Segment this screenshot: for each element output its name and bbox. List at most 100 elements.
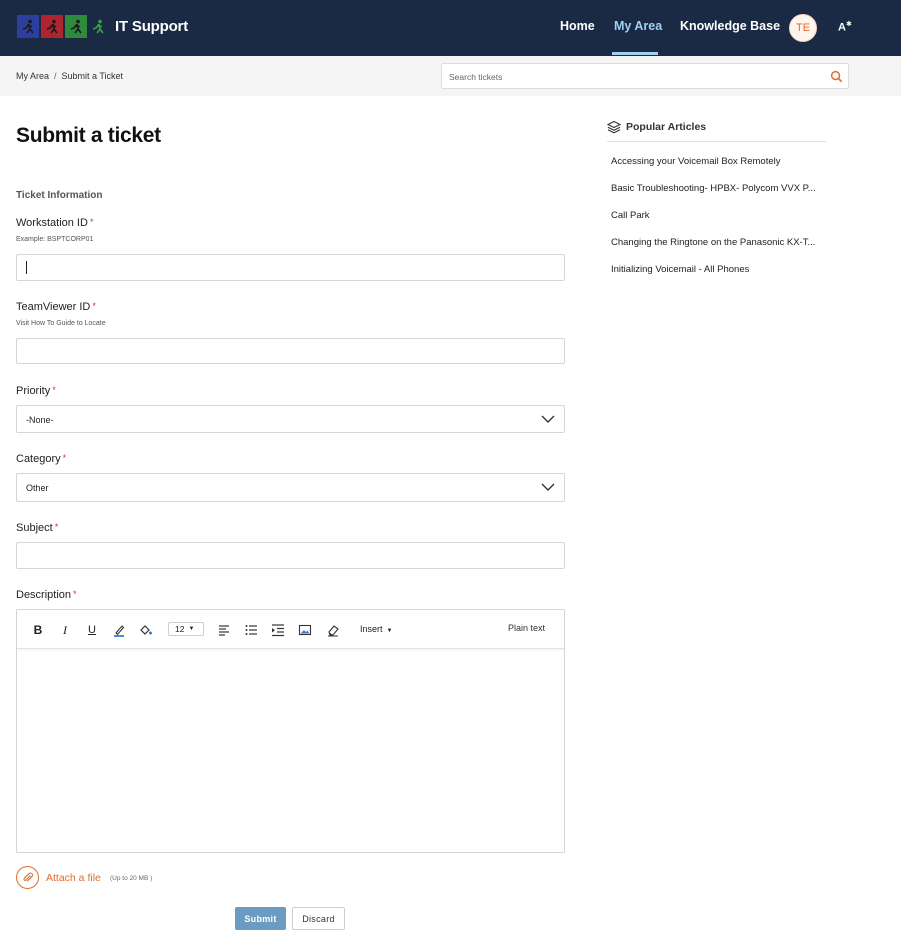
breadcrumb-bar: My Area / Submit a Ticket (0, 56, 901, 96)
logo-runner-icon (89, 15, 107, 38)
category-label-text: Category (16, 453, 61, 465)
submit-button[interactable]: Submit (235, 907, 286, 930)
divider (607, 141, 826, 142)
attach-file-link[interactable]: Attach a file (46, 872, 101, 884)
clear-format-button[interactable] (325, 622, 341, 638)
popular-articles-title: Popular Articles (626, 121, 707, 133)
image-icon (298, 624, 312, 636)
italic-button[interactable]: I (57, 622, 73, 638)
breadcrumb-submit-ticket: Submit a Ticket (61, 71, 124, 81)
align-button[interactable] (216, 622, 232, 638)
breadcrumb-separator: / (54, 71, 57, 81)
workstation-label-text: Workstation ID (16, 217, 88, 229)
required-mark: * (52, 385, 56, 395)
insert-image-button[interactable] (297, 622, 313, 638)
description-label: Description * (16, 589, 77, 601)
subject-label: Subject * (16, 522, 58, 534)
logo-runner-icon (65, 15, 87, 38)
chevron-down-icon (541, 483, 555, 491)
user-avatar[interactable]: TE (789, 14, 817, 42)
company-logo[interactable] (17, 15, 107, 38)
chevron-down-icon (541, 415, 555, 423)
priority-select[interactable]: -None- (16, 405, 565, 433)
description-label-text: Description (16, 589, 72, 601)
workstation-hint: Example: BSPTCORP01 (16, 236, 94, 243)
editor-toolbar: B I U 12 ▼ Insert ▼ Plain text (17, 610, 564, 649)
dropdown-caret-icon: ▼ (188, 626, 195, 632)
paperclip-icon (22, 872, 33, 882)
align-left-icon (219, 625, 229, 636)
required-mark: * (62, 453, 67, 463)
accessibility-label: A (838, 21, 846, 34)
font-size-value: 12 (175, 624, 185, 634)
description-editor[interactable]: B I U 12 ▼ Insert ▼ Plain text (16, 609, 565, 853)
bullet-list-icon (245, 625, 257, 635)
article-link[interactable]: Call Park (611, 210, 827, 237)
accessibility-star-icon: ✱ (845, 21, 852, 28)
plain-text-toggle[interactable]: Plain text (508, 623, 545, 633)
category-select[interactable]: Other (16, 473, 565, 502)
background-color-button[interactable] (138, 622, 154, 638)
insert-menu[interactable]: Insert ▼ (360, 624, 392, 634)
paint-bucket-icon (140, 625, 152, 635)
font-size-select[interactable]: 12 ▼ (168, 622, 204, 636)
required-mark: * (92, 301, 96, 311)
subject-input[interactable] (17, 543, 564, 568)
category-label: Category * (16, 453, 66, 465)
popular-articles-list: Accessing your Voicemail Box Remotely Ba… (611, 156, 827, 291)
logo-runner-icon (41, 15, 63, 38)
top-navbar: IT Support Home My Area Knowledge Base T… (0, 0, 901, 56)
breadcrumb-my-area[interactable]: My Area (16, 71, 49, 81)
teamviewer-label-text: TeamViewer ID (16, 301, 91, 313)
article-link[interactable]: Accessing your Voicemail Box Remotely (611, 156, 827, 183)
breadcrumb: My Area / Submit a Ticket (16, 71, 123, 81)
teamviewer-hint: Visit How To Guide to Locate (16, 320, 106, 327)
pen-icon (114, 625, 125, 637)
attach-button[interactable] (16, 866, 39, 889)
article-link[interactable]: Basic Troubleshooting- HPBX- Polycom VVX… (611, 183, 827, 210)
bullet-list-button[interactable] (243, 622, 259, 638)
workstation-input[interactable] (17, 255, 564, 280)
required-mark: * (73, 589, 77, 599)
eraser-icon (328, 625, 339, 637)
nav-home[interactable]: Home (560, 19, 595, 33)
insert-label: Insert (360, 624, 383, 634)
bold-button[interactable]: B (30, 622, 46, 638)
required-mark: * (89, 217, 94, 227)
dropdown-caret-icon: ▼ (386, 628, 393, 634)
subject-field[interactable] (16, 542, 565, 569)
priority-value: -None- (26, 415, 54, 425)
indent-icon (272, 624, 284, 637)
subject-label-text: Subject (16, 522, 53, 534)
active-nav-indicator (612, 52, 658, 55)
article-link[interactable]: Initializing Voicemail - All Phones (611, 264, 827, 291)
priority-label: Priority * (16, 385, 56, 397)
indent-button[interactable] (270, 622, 286, 638)
teamviewer-input[interactable] (17, 339, 564, 363)
required-mark: * (54, 522, 59, 532)
page-title: Submit a ticket (16, 124, 161, 147)
article-link[interactable]: Changing the Ringtone on the Panasonic K… (611, 237, 827, 264)
teamviewer-label: TeamViewer ID * (16, 301, 96, 313)
search-icon[interactable] (830, 70, 843, 83)
attach-size-note: (Up to 20 MB ) (110, 875, 153, 882)
brand-title[interactable]: IT Support (115, 18, 188, 35)
category-value: Other (26, 483, 49, 493)
accessibility-button[interactable]: A✱ (838, 20, 852, 34)
workstation-field[interactable] (16, 254, 565, 281)
nav-knowledge-base[interactable]: Knowledge Base (680, 19, 780, 33)
search-input[interactable] (449, 69, 819, 84)
popular-articles-header: Popular Articles (607, 120, 706, 134)
nav-my-area[interactable]: My Area (614, 19, 662, 33)
text-color-button[interactable] (111, 622, 127, 638)
layers-icon (607, 120, 621, 134)
text-caret (26, 261, 27, 274)
underline-button[interactable]: U (84, 622, 100, 638)
priority-label-text: Priority (16, 385, 51, 397)
workstation-label: Workstation ID * (16, 217, 93, 229)
teamviewer-field[interactable] (16, 338, 565, 364)
ticket-search (441, 63, 849, 89)
logo-runner-icon (17, 15, 39, 38)
discard-button[interactable]: Discard (292, 907, 345, 930)
section-heading: Ticket Information (16, 190, 103, 201)
